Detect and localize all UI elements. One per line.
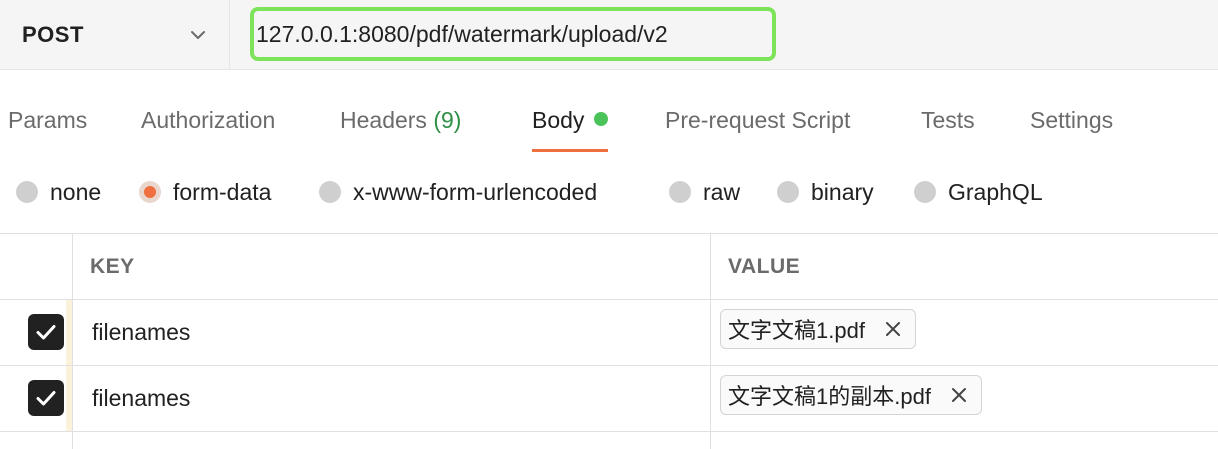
tab-label: Tests xyxy=(921,107,975,133)
file-name: 文字文稿1.pdf xyxy=(728,318,865,343)
row-drag-handle[interactable] xyxy=(66,300,72,365)
radio-label: GraphQL xyxy=(948,178,1043,205)
value-column-header: VALUE xyxy=(728,255,801,278)
radio-form-data[interactable]: form-data xyxy=(139,170,271,214)
tab-label: Settings xyxy=(1030,107,1114,133)
file-name: 文字文稿1的副本.pdf xyxy=(728,384,931,409)
column-divider xyxy=(710,234,711,449)
row-enabled-checkbox[interactable] xyxy=(28,314,64,350)
radio-circle xyxy=(669,181,691,203)
radio-none[interactable]: none xyxy=(16,170,101,214)
checkmark-icon xyxy=(36,325,56,340)
tab-headers[interactable]: Headers (9) xyxy=(340,100,461,152)
chevron-down-icon xyxy=(191,30,205,39)
key-cell[interactable]: filenames xyxy=(92,378,190,418)
radio-x-www-form-urlencoded[interactable]: x-www-form-urlencoded xyxy=(319,170,597,214)
remove-file-button[interactable] xyxy=(883,319,903,339)
radio-circle xyxy=(777,181,799,203)
row-divider xyxy=(0,365,1218,366)
radio-raw[interactable]: raw xyxy=(669,170,740,214)
active-tab-underline xyxy=(532,149,609,152)
radio-label: none xyxy=(50,178,102,205)
tab-pre-request-script[interactable]: Pre-request Script xyxy=(665,100,850,152)
headers-count: (9) xyxy=(433,107,462,133)
column-divider xyxy=(72,234,73,449)
radio-graphql[interactable]: GraphQL xyxy=(914,170,1043,214)
radio-circle-selected xyxy=(139,181,161,203)
row-drag-handle[interactable] xyxy=(66,366,72,431)
row-divider xyxy=(0,299,1218,300)
radio-circle xyxy=(16,181,38,203)
key-cell[interactable]: filenames xyxy=(92,312,190,352)
remove-file-button[interactable] xyxy=(949,385,969,405)
radio-binary[interactable]: binary xyxy=(777,170,874,214)
tab-label: Body xyxy=(532,107,585,133)
request-bar: POST xyxy=(0,0,1218,70)
tab-label: Headers xyxy=(340,107,427,133)
close-icon xyxy=(951,388,966,402)
method-label: POST xyxy=(22,21,84,47)
tab-authorization[interactable]: Authorization xyxy=(141,100,275,152)
row-enabled-checkbox[interactable] xyxy=(28,380,64,416)
tab-label: Params xyxy=(8,107,88,133)
method-select[interactable]: POST xyxy=(0,0,230,70)
radio-dot xyxy=(144,186,156,198)
close-icon xyxy=(885,322,900,336)
radio-label: binary xyxy=(811,178,874,205)
url-area xyxy=(230,0,1218,70)
radio-circle xyxy=(914,181,936,203)
form-data-table: KEY VALUE filenames 文字文稿1.pdf filenames … xyxy=(0,233,1218,449)
tab-tests[interactable]: Tests xyxy=(921,100,975,152)
url-input[interactable] xyxy=(250,7,776,61)
file-chip: 文字文稿1.pdf xyxy=(720,309,916,349)
request-tabs: Params Authorization Headers (9) Body Pr… xyxy=(0,100,1218,154)
tab-label: Authorization xyxy=(141,107,276,133)
radio-circle xyxy=(319,181,341,203)
file-chip: 文字文稿1的副本.pdf xyxy=(720,375,982,415)
radio-label: raw xyxy=(703,178,741,205)
radio-label: x-www-form-urlencoded xyxy=(353,178,598,205)
tab-params[interactable]: Params xyxy=(8,100,87,152)
radio-label: form-data xyxy=(173,178,272,205)
row-divider xyxy=(0,431,1218,432)
checkmark-icon xyxy=(36,391,56,406)
tab-body[interactable]: Body xyxy=(532,100,609,152)
body-type-options: none form-data x-www-form-urlencoded raw… xyxy=(0,170,1218,214)
key-column-header: KEY xyxy=(90,255,135,278)
tab-settings[interactable]: Settings xyxy=(1030,100,1113,152)
active-indicator-dot xyxy=(594,112,609,126)
tab-label: Pre-request Script xyxy=(665,107,851,133)
